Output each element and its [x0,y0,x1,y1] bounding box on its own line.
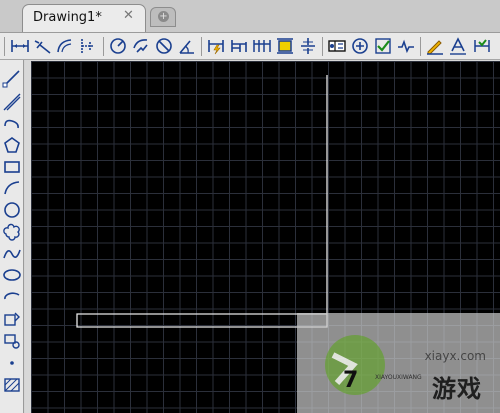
quick-dimension-icon[interactable] [206,36,226,56]
watermark-logo: 7 [325,335,385,395]
make-block-icon[interactable] [2,331,22,351]
watermark-name: 游戏 [432,375,482,403]
toolbar-separator [322,37,323,56]
aligned-dimension-icon[interactable] [32,36,52,56]
new-tab-button[interactable]: + [150,7,176,27]
center-mark-icon[interactable] [350,36,370,56]
spline-icon[interactable] [2,244,22,264]
toolbar-separator [420,37,421,56]
diameter-dimension-icon[interactable] [154,36,174,56]
jogged-dimension-icon[interactable] [131,36,151,56]
dimension-toolbar [0,32,500,60]
hatch-icon[interactable] [2,375,22,395]
construction-line-icon[interactable] [2,92,22,112]
dimension-break-icon[interactable] [298,36,318,56]
insert-block-icon[interactable] [2,309,22,329]
drawn-polyline[interactable] [76,75,328,328]
point-icon[interactable] [2,353,22,373]
polyline-icon[interactable] [2,114,22,134]
line-icon[interactable] [2,68,22,88]
dimension-text-edit-icon[interactable] [448,36,468,56]
jogged-linear-icon[interactable] [396,36,416,56]
radius-dimension-icon[interactable] [108,36,128,56]
tab-drawing1[interactable]: Drawing1* ✕ [22,4,146,32]
revision-cloud-icon[interactable] [2,222,22,242]
ordinate-dimension-icon[interactable] [78,36,98,56]
close-icon[interactable]: ✕ [123,8,134,23]
tab-label: Drawing1* [33,10,102,25]
polygon-icon[interactable] [2,135,22,155]
watermark: 7 xiayx.com XIAYOUXIWANG 游戏 [297,313,500,413]
angular-dimension-icon[interactable] [177,36,197,56]
arc-icon[interactable] [2,178,22,198]
inspection-icon[interactable] [373,36,393,56]
plus-icon: + [158,11,169,22]
baseline-dimension-icon[interactable] [229,36,249,56]
toolbar-grip[interactable] [4,37,5,56]
dimension-space-icon[interactable] [275,36,295,56]
draw-toolbar [0,60,24,413]
dimension-edit-icon[interactable] [425,36,445,56]
toolbar-separator [103,37,104,56]
watermark-small-text: XIAYOUXIWANG [375,374,422,381]
ellipse-arc-icon[interactable] [2,287,22,307]
svg-text:7: 7 [343,368,358,393]
dimension-update-icon[interactable] [472,36,492,56]
circle-icon[interactable] [2,200,22,220]
tab-strip: Drawing1* ✕ + [0,0,500,32]
linear-dimension-icon[interactable] [10,36,30,56]
tolerance-icon[interactable] [327,36,347,56]
rectangle-icon[interactable] [2,157,22,177]
ellipse-icon[interactable] [2,265,22,285]
arc-length-dimension-icon[interactable] [55,36,75,56]
toolbar-separator [201,37,202,56]
continue-dimension-icon[interactable] [252,36,272,56]
watermark-site: xiayx.com [424,349,486,363]
